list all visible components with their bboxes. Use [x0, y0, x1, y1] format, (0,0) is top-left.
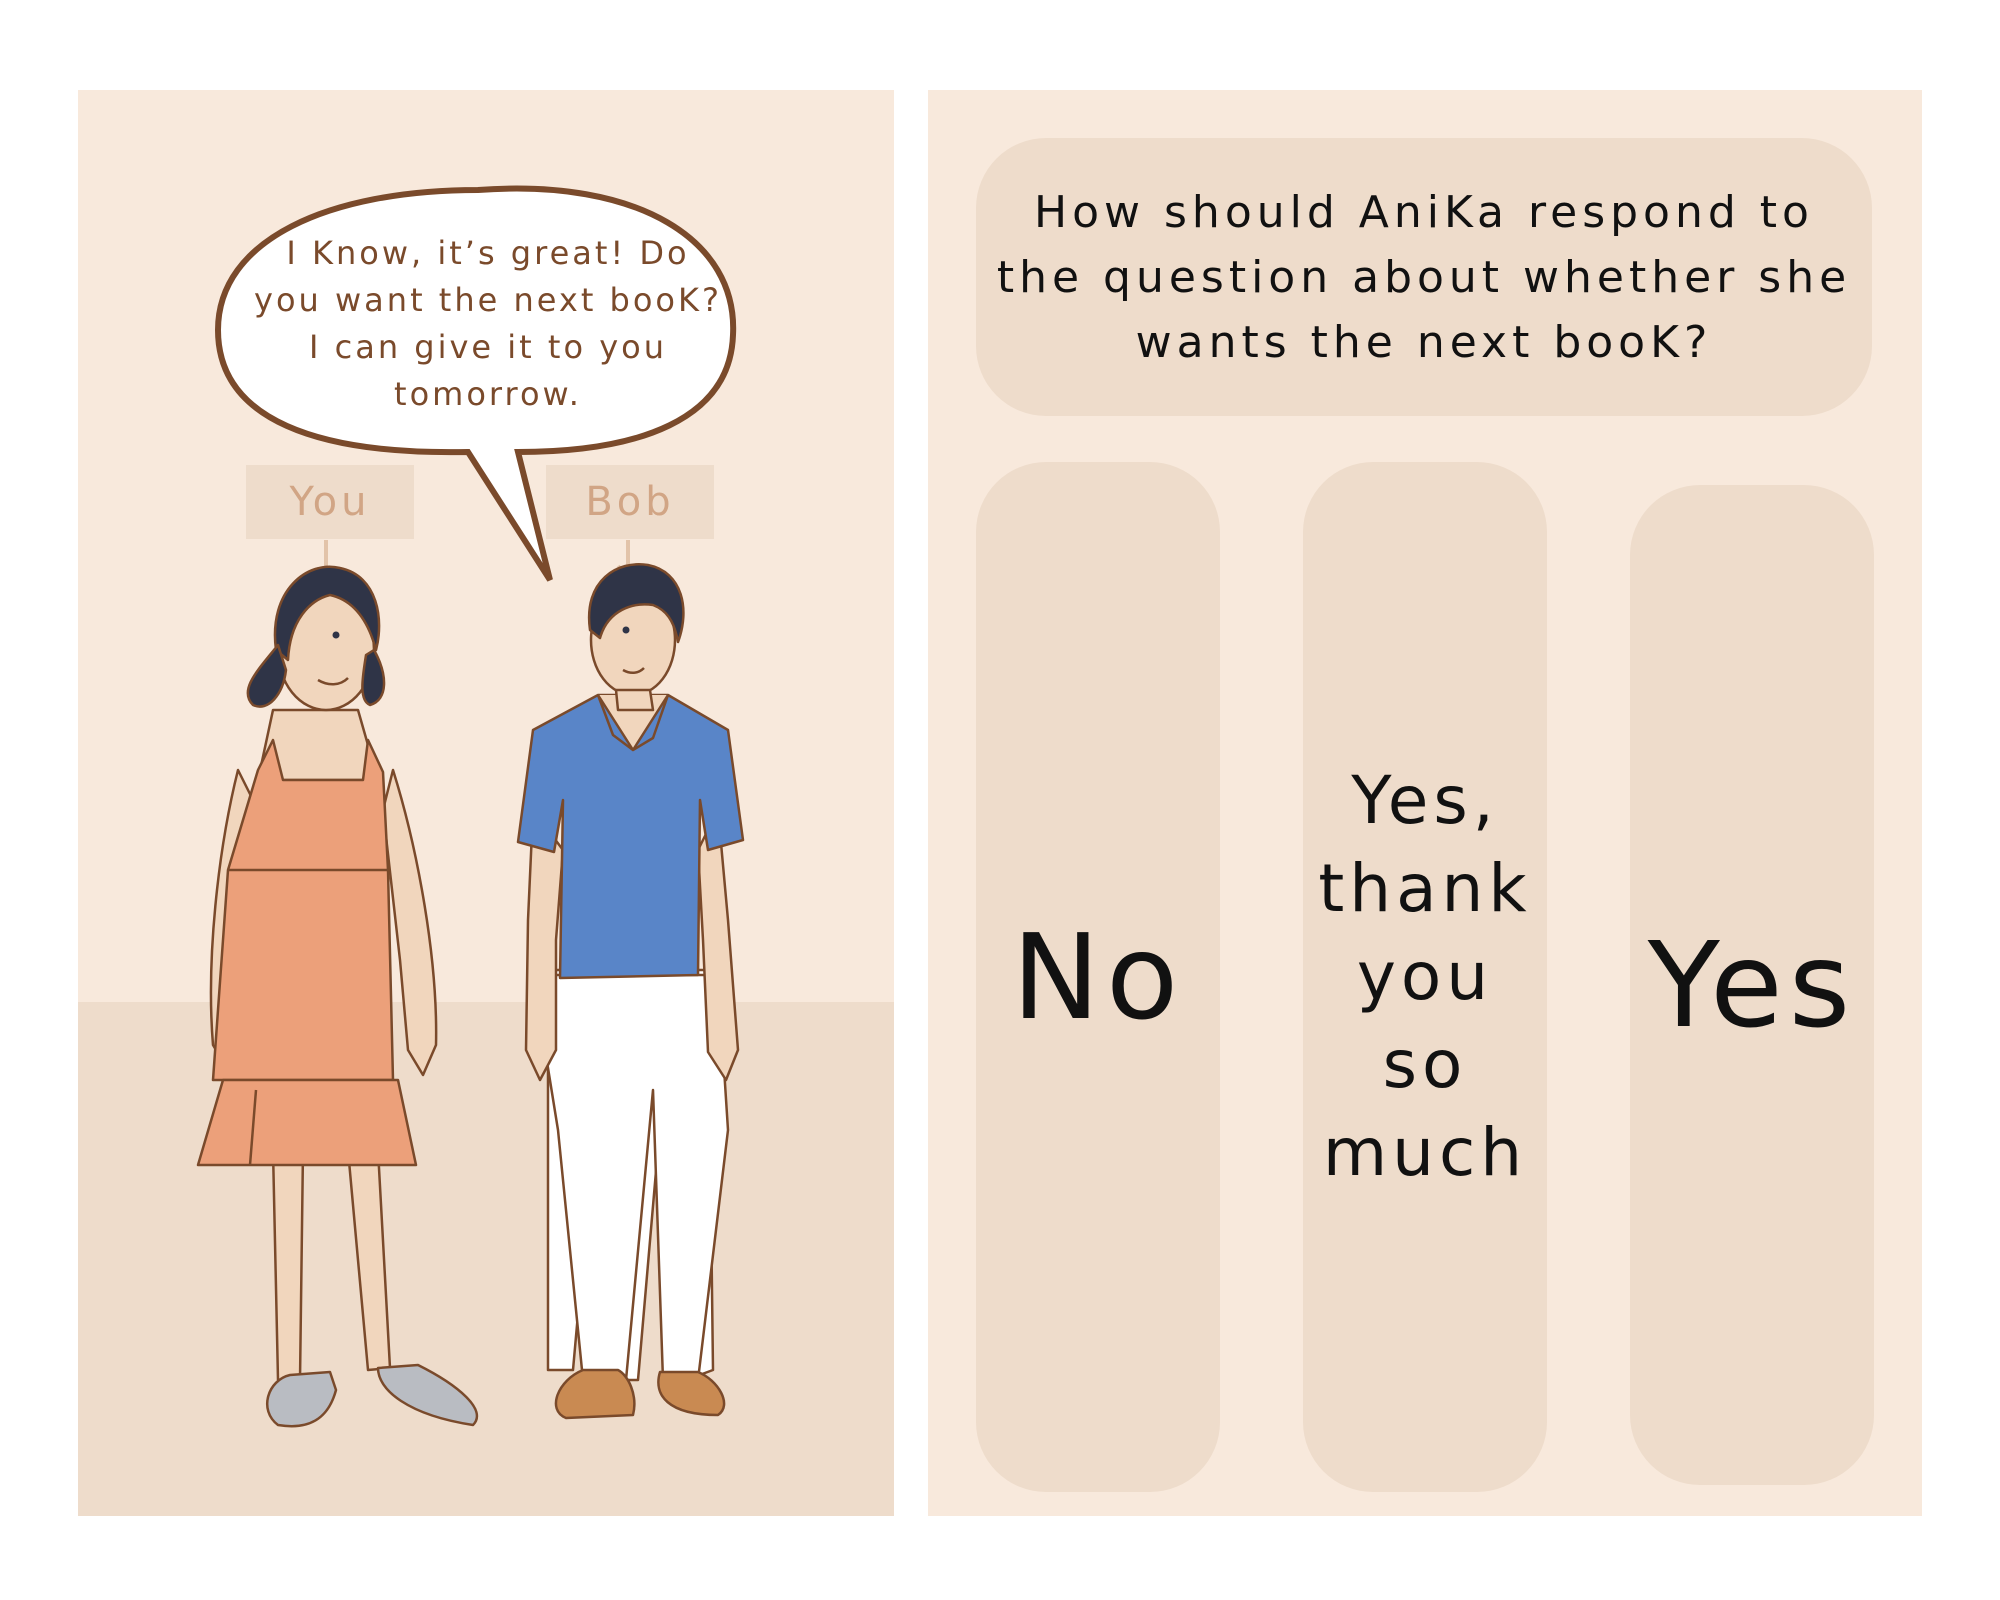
- option-yes-thank-you-button[interactable]: Yes, thank you so much: [1303, 462, 1547, 1492]
- option-no-label: No: [1011, 908, 1185, 1046]
- boy-figure: [516, 563, 745, 1420]
- option-yes-label: Yes: [1647, 916, 1857, 1054]
- speech-bubble-text: I Know, it’s great! Do you want the next…: [254, 234, 722, 413]
- option-yes-button[interactable]: Yes: [1630, 485, 1874, 1485]
- label-you: You: [246, 465, 414, 539]
- label-bob: Bob: [546, 465, 714, 539]
- illustration-panel: I Know, it’s great! Do you want the next…: [78, 90, 894, 1516]
- girl-figure: [196, 565, 479, 1428]
- question-card: How should AniKa respond to the question…: [976, 138, 1872, 416]
- question-text: How should AniKa respond to the question…: [996, 186, 1852, 368]
- quiz-panel: How should AniKa respond to the question…: [928, 90, 1922, 1516]
- option-yes-thank-you-label: Yes, thank you so much: [1318, 762, 1532, 1191]
- option-no-button[interactable]: No: [976, 462, 1220, 1492]
